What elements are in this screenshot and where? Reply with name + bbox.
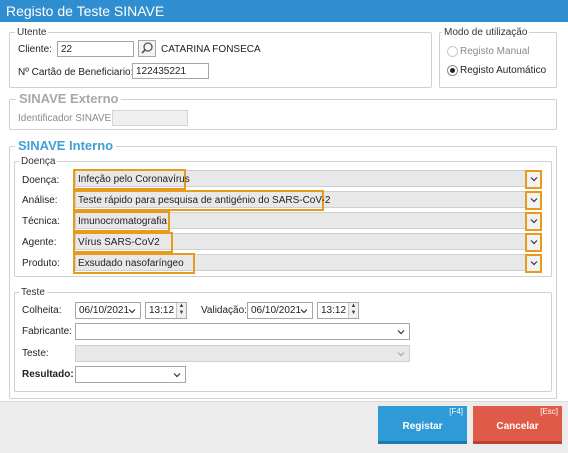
sinave-externo-title: SINAVE Externo (16, 91, 122, 106)
fabricante-label: Fabricante: (22, 326, 73, 337)
cancelar-button[interactable]: [Esc] Cancelar (473, 406, 562, 444)
validacao-date-value: 06/10/2021 (251, 305, 302, 316)
registar-label: Registar (402, 421, 443, 432)
chevron-down-icon (530, 198, 538, 203)
utente-legend: Utente (15, 27, 49, 38)
analise-value: Teste rápido para pesquisa de antigénio … (73, 190, 330, 211)
tecnica-dropdown-button[interactable] (525, 212, 542, 231)
cartao-label: Nº Cartão de Beneficiario: (18, 67, 134, 78)
spin-up-icon[interactable]: ▲ (349, 303, 358, 310)
validacao-time-input[interactable]: 13:12 ▲ ▼ (317, 302, 359, 319)
modo-legend: Modo de utilização (442, 27, 530, 38)
cancelar-label: Cancelar (496, 421, 539, 432)
colheita-date-value: 06/10/2021 (79, 305, 130, 316)
title-bar: Registo de Teste SINAVE (0, 0, 568, 22)
window-title: Registo de Teste SINAVE (6, 3, 165, 19)
agente-dropdown-button[interactable] (525, 233, 542, 252)
registar-button[interactable]: [F4] Registar (378, 406, 467, 444)
chevron-down-icon (397, 330, 405, 335)
tecnica-value: Imunocromatografia (73, 211, 170, 232)
spin-up-icon[interactable]: ▲ (177, 303, 186, 310)
identificador-input[interactable] (112, 110, 188, 126)
produto-value: Exsudado nasofaríngeo (73, 253, 195, 274)
cliente-search-button[interactable] (138, 40, 156, 57)
cliente-name: CATARINA FONSECA (161, 44, 261, 55)
registo-manual-radio[interactable] (447, 46, 458, 57)
cancelar-shortcut: [Esc] (540, 407, 558, 416)
validacao-time-spinner[interactable]: ▲ ▼ (348, 303, 358, 318)
chevron-down-icon (397, 352, 405, 357)
cartao-input[interactable]: 122435221 (132, 63, 209, 79)
sinave-interno-title: SINAVE Interno (15, 138, 117, 153)
chevron-down-icon (128, 309, 136, 314)
doenca-dropdown-button[interactable] (525, 170, 542, 189)
colheita-label: Colheita: (22, 305, 62, 316)
validacao-time-value: 13:12 (321, 305, 347, 316)
colheita-time-spinner[interactable]: ▲ ▼ (176, 303, 186, 318)
colheita-time-value: 13:12 (149, 305, 175, 316)
chevron-down-icon (530, 219, 538, 224)
analise-label: Análise: (22, 195, 58, 206)
chevron-down-icon (530, 177, 538, 182)
agente-value: Vírus SARS-CoV2 (73, 232, 173, 253)
doenca-value: Infeção pelo Coronavírus (73, 169, 190, 190)
produto-label: Produto: (22, 258, 60, 269)
validacao-label: Validação: (201, 305, 247, 316)
chevron-down-icon (173, 373, 181, 378)
teste-label: Teste: (22, 348, 49, 359)
produto-dropdown-button[interactable] (525, 254, 542, 273)
chevron-down-icon (530, 261, 538, 266)
search-icon (141, 42, 153, 54)
agente-label: Agente: (22, 237, 57, 248)
validacao-date-picker[interactable]: 06/10/2021 (247, 302, 313, 319)
colheita-date-picker[interactable]: 06/10/2021 (75, 302, 141, 319)
identificador-label: Identificador SINAVE: (18, 113, 114, 124)
teste-select[interactable] (75, 345, 410, 362)
cliente-input[interactable]: 22 (57, 41, 134, 57)
resultado-label: Resultado: (22, 369, 74, 380)
tecnica-label: Técnica: (22, 216, 60, 227)
spin-down-icon[interactable]: ▼ (349, 310, 358, 317)
analise-dropdown-button[interactable] (525, 191, 542, 210)
teste-legend: Teste (19, 287, 47, 298)
cliente-label: Cliente: (18, 44, 52, 55)
registo-automatico-label[interactable]: Registo Automático (460, 65, 546, 76)
registo-automatico-radio[interactable] (447, 65, 458, 76)
doenca-legend: Doença (19, 156, 58, 167)
registar-shortcut: [F4] (449, 407, 463, 416)
modo-group (439, 32, 557, 88)
spin-down-icon[interactable]: ▼ (177, 310, 186, 317)
chevron-down-icon (300, 309, 308, 314)
colheita-time-input[interactable]: 13:12 ▲ ▼ (145, 302, 187, 319)
chevron-down-icon (530, 240, 538, 245)
resultado-select[interactable] (75, 366, 186, 383)
fabricante-select[interactable] (75, 323, 410, 340)
registo-manual-label[interactable]: Registo Manual (460, 46, 529, 57)
doenca-label: Doença: (22, 175, 60, 186)
